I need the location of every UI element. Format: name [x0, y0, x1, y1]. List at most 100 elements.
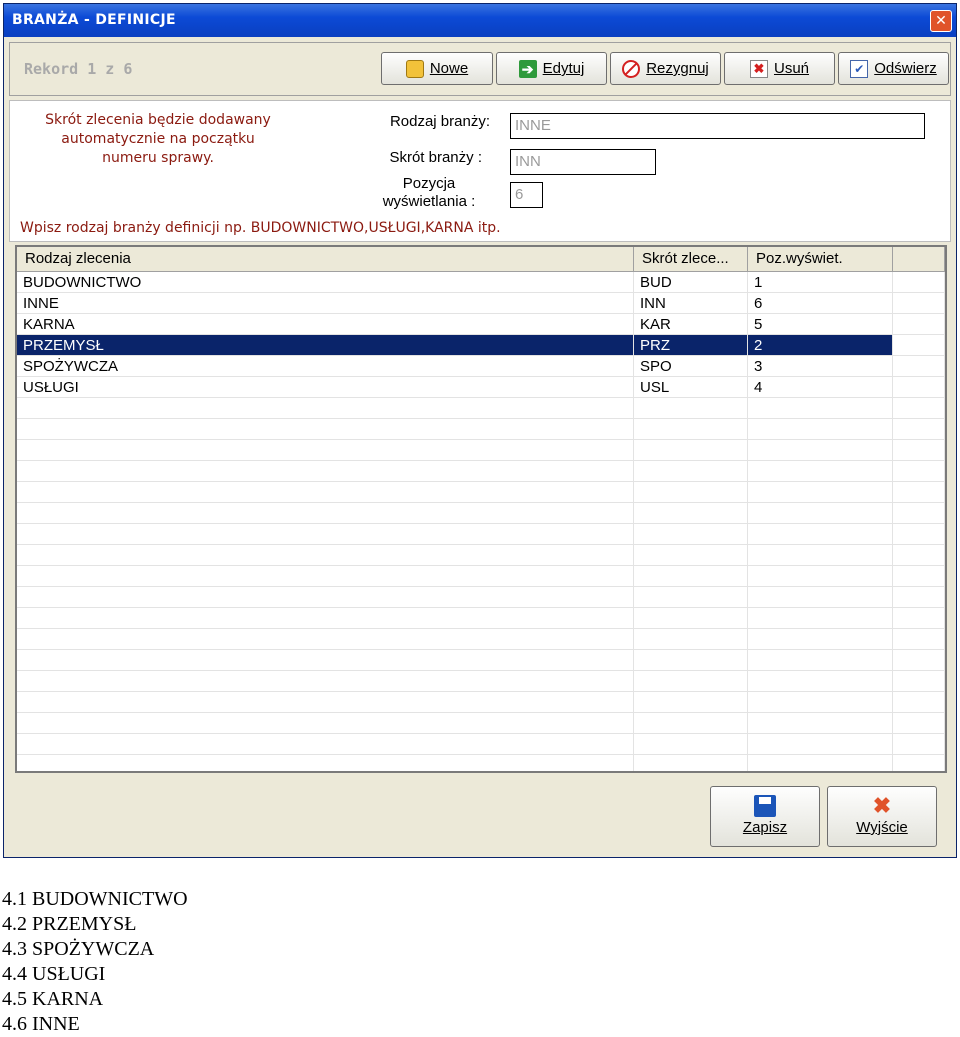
table-cell: [748, 608, 893, 629]
table-cell: [893, 545, 945, 566]
record-counter: Rekord 1 z 6: [24, 60, 133, 78]
table-cell: [634, 419, 748, 440]
cancel-button[interactable]: Rezygnuj: [610, 52, 721, 85]
display-position-label-line: Pozycja: [402, 175, 456, 192]
table-row[interactable]: [17, 545, 945, 566]
table-cell: [17, 713, 634, 734]
close-icon[interactable]: ✕: [930, 10, 952, 32]
display-position-label: Pozycja wyświetlania :: [374, 175, 484, 211]
table-row[interactable]: [17, 503, 945, 524]
table-cell: [634, 755, 748, 771]
table-cell: [634, 587, 748, 608]
table-cell: [17, 734, 634, 755]
table-cell: [17, 545, 634, 566]
table-row[interactable]: KARNA KAR 5: [17, 314, 945, 335]
table-cell: 4: [748, 377, 893, 398]
table-row[interactable]: [17, 461, 945, 482]
table-cell: [634, 692, 748, 713]
table-cell: [634, 650, 748, 671]
table-cell: [634, 461, 748, 482]
table-row[interactable]: [17, 398, 945, 419]
table-row[interactable]: INNE INN 6: [17, 293, 945, 314]
table-row[interactable]: [17, 482, 945, 503]
save-button[interactable]: Zapisz: [710, 786, 820, 847]
table-cell: [634, 545, 748, 566]
table-row[interactable]: [17, 524, 945, 545]
table-cell: [748, 587, 893, 608]
table-cell: [17, 566, 634, 587]
table-row[interactable]: [17, 629, 945, 650]
table-cell: [748, 650, 893, 671]
column-header-type[interactable]: Rodzaj zlecenia: [17, 247, 634, 271]
column-header-spacer: [893, 247, 945, 271]
industry-type-input[interactable]: INNE: [510, 113, 925, 139]
window-title: BRANŻA - DEFINICJE: [12, 12, 176, 28]
caption-line: 4.1 BUDOWNICTWO: [2, 888, 188, 910]
form-panel: Skrót zlecenia będzie dodawany automatyc…: [9, 100, 951, 242]
cancel-button-label: Rezygnuj: [646, 60, 709, 77]
table-row[interactable]: [17, 608, 945, 629]
table-row[interactable]: [17, 566, 945, 587]
column-header-short[interactable]: Skrót zlece...: [634, 247, 748, 271]
column-header-position[interactable]: Poz.wyświet.: [748, 247, 893, 271]
table-row[interactable]: [17, 692, 945, 713]
display-position-label-line: wyświetlania :: [382, 193, 476, 210]
refresh-button-label: Odświerz: [874, 60, 937, 77]
table-row[interactable]: [17, 713, 945, 734]
table-cell: [893, 461, 945, 482]
toolbar: Rekord 1 z 6 Nowe ➔ Edytuj Rezygnuj ✖ Us…: [9, 42, 951, 96]
info-text: Skrót zlecenia będzie dodawany automatyc…: [18, 111, 298, 168]
exit-button[interactable]: ✖ Wyjście: [827, 786, 937, 847]
table-cell: [893, 335, 945, 356]
table-row[interactable]: USŁUGI USL 4: [17, 377, 945, 398]
table-cell: INNE: [17, 293, 634, 314]
table-cell: 2: [748, 335, 893, 356]
table-cell: [893, 356, 945, 377]
table-cell: [17, 503, 634, 524]
table-cell: [748, 461, 893, 482]
edit-button[interactable]: ➔ Edytuj: [496, 52, 607, 85]
table-cell: [893, 587, 945, 608]
table-row[interactable]: SPOŻYWCZA SPO 3: [17, 356, 945, 377]
table-cell: [748, 692, 893, 713]
table-cell: [634, 482, 748, 503]
info-line: Skrót zlecenia będzie dodawany: [45, 112, 271, 128]
save-button-label: Zapisz: [742, 819, 788, 836]
table-row[interactable]: [17, 419, 945, 440]
table-cell: [893, 272, 945, 293]
edit-arrow-icon: ➔: [518, 59, 537, 78]
new-button[interactable]: Nowe: [381, 52, 493, 85]
table-row[interactable]: [17, 650, 945, 671]
info-line: numeru sprawy.: [102, 150, 214, 166]
exit-button-label: Wyjście: [856, 819, 908, 836]
delete-button[interactable]: ✖ Usuń: [724, 52, 835, 85]
table-cell: [17, 692, 634, 713]
table-row[interactable]: [17, 671, 945, 692]
refresh-button[interactable]: ✔ Odświerz: [838, 52, 949, 85]
table-cell: [17, 440, 634, 461]
table-cell: [17, 398, 634, 419]
table-cell: [748, 734, 893, 755]
table-cell: [748, 671, 893, 692]
table-cell: [893, 314, 945, 335]
table-row[interactable]: [17, 587, 945, 608]
table-cell: [893, 671, 945, 692]
industry-short-input[interactable]: INN: [510, 149, 656, 175]
table-cell: [748, 566, 893, 587]
table-row[interactable]: [17, 734, 945, 755]
caption-line: 4.5 KARNA: [2, 988, 104, 1010]
display-position-input[interactable]: 6: [510, 182, 543, 208]
table-cell: KAR: [634, 314, 748, 335]
table-row[interactable]: BUDOWNICTWO BUD 1: [17, 272, 945, 293]
table-cell: [893, 734, 945, 755]
table-cell: SPO: [634, 356, 748, 377]
table-row[interactable]: PRZEMYSŁ PRZ 2: [17, 335, 945, 356]
table-cell: PRZ: [634, 335, 748, 356]
table-row[interactable]: [17, 755, 945, 771]
hint-text: Wpisz rodzaj branży definicji np. BUDOWN…: [20, 220, 501, 236]
table-row[interactable]: [17, 440, 945, 461]
table-cell: [893, 608, 945, 629]
table-cell: [17, 419, 634, 440]
caption-line: 4.2 PRZEMYSŁ: [2, 913, 137, 935]
table-cell: [634, 608, 748, 629]
